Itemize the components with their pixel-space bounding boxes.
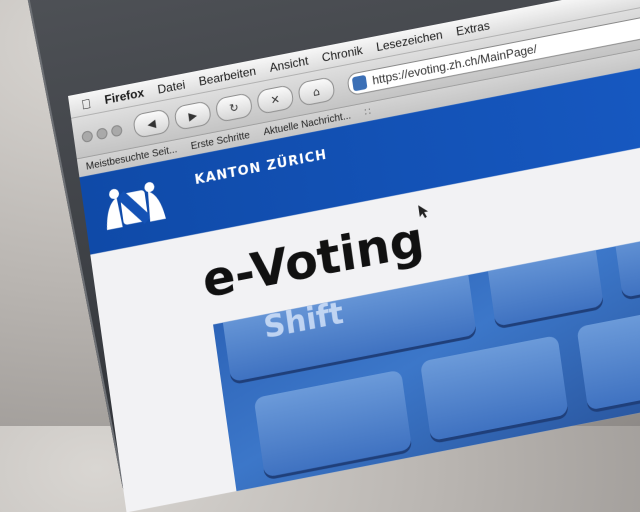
forward-button[interactable]: ▶: [173, 100, 213, 131]
stop-button[interactable]: ✕: [255, 84, 295, 115]
zurich-crest-logo[interactable]: [90, 169, 177, 244]
keyboard-key: [419, 335, 569, 442]
back-button[interactable]: ◀: [132, 108, 171, 139]
keyboard-key: [613, 225, 640, 298]
menu-ansicht[interactable]: Ansicht: [269, 54, 310, 75]
menu-datei[interactable]: Datei: [157, 77, 186, 96]
apple-icon[interactable]: : [80, 95, 92, 112]
menu-chronik[interactable]: Chronik: [321, 43, 364, 65]
window-controls: [81, 123, 123, 143]
site-title: KANTON ZÜRICH: [193, 147, 328, 188]
reload-button[interactable]: ↻: [214, 92, 254, 123]
shift-key-label: Shift: [261, 295, 346, 346]
keyboard-key: [253, 369, 413, 478]
minimize-window-button[interactable]: [95, 126, 109, 140]
home-icon: ⌂: [312, 84, 321, 99]
menu-extras[interactable]: Extras: [455, 18, 490, 38]
mouse-cursor-icon: [418, 205, 429, 219]
close-window-button[interactable]: [81, 129, 94, 143]
keyboard-key: [576, 298, 640, 411]
menu-app-firefox[interactable]: Firefox: [104, 86, 145, 108]
forward-arrow-icon: ▶: [187, 108, 198, 123]
reload-icon: ↻: [228, 100, 240, 115]
zoom-window-button[interactable]: [110, 123, 123, 137]
stop-icon: ✕: [269, 92, 281, 107]
keyboard-key: [485, 236, 604, 327]
rss-icon: ∷: [363, 106, 372, 119]
site-identity-icon[interactable]: [351, 74, 368, 92]
home-button[interactable]: ⌂: [297, 76, 336, 107]
back-arrow-icon: ◀: [146, 116, 157, 131]
